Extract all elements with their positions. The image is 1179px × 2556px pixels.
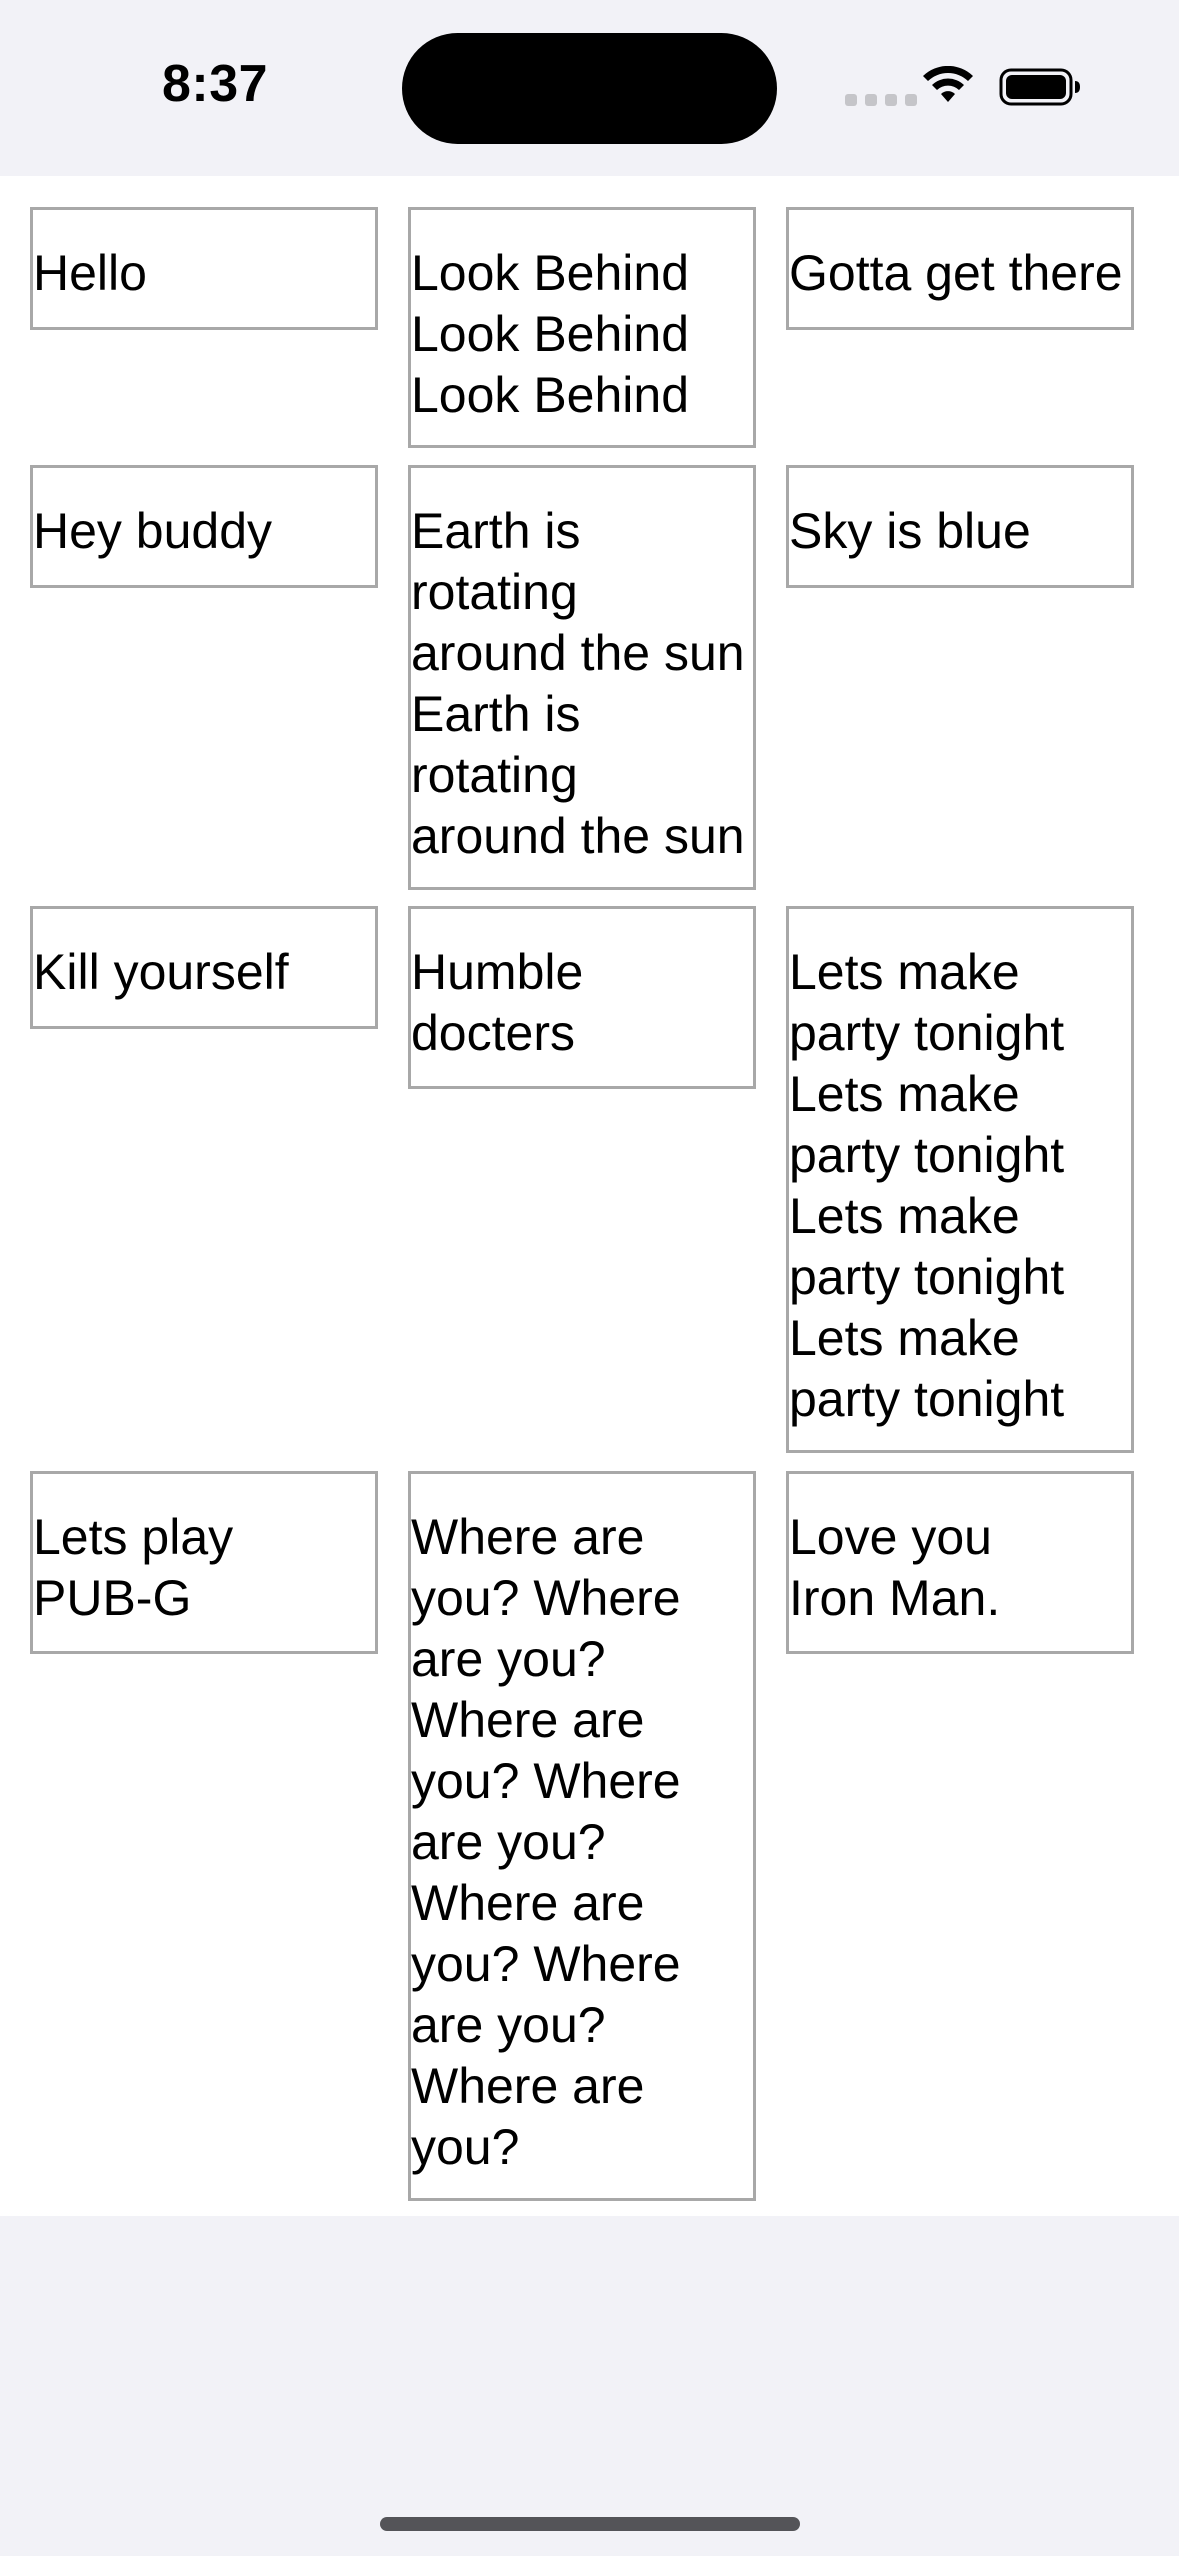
cell-text: Kill yourself	[33, 944, 289, 1000]
grid-cell: Love you Iron Man.	[786, 1471, 1134, 1654]
dynamic-island	[402, 33, 777, 144]
grid-cell: Lets make party tonight Lets make party …	[786, 906, 1134, 1453]
content-grid: Hello Look Behind Look Behind Look Behin…	[0, 176, 1179, 2216]
grid-cell: Look Behind Look Behind Look Behind	[408, 207, 756, 448]
grid-cell: Hello	[30, 207, 378, 330]
grid-cell: Earth is rotating around the sun Earth i…	[408, 465, 756, 890]
status-bar: 8:37	[0, 0, 1179, 176]
cell-text: Gotta get there	[789, 245, 1123, 301]
cell-text: Earth is rotating around the sun Earth i…	[411, 503, 745, 864]
cell-text: Lets play PUB-G	[33, 1509, 234, 1626]
wifi-icon	[923, 66, 973, 102]
grid-cell: Sky is blue	[786, 465, 1134, 588]
cell-text: Love you Iron Man.	[789, 1509, 1001, 1626]
cell-text: Humble docters	[411, 944, 584, 1061]
status-time: 8:37	[161, 55, 269, 113]
grid-cell: Hey buddy	[30, 465, 378, 588]
grid-cell: Kill yourself	[30, 906, 378, 1029]
grid-cell: Humble docters	[408, 906, 756, 1089]
cell-text: Look Behind Look Behind Look Behind	[411, 245, 690, 423]
grid-cell: Where are you? Where are you? Where are …	[408, 1471, 756, 2201]
cell-text: Where are you? Where are you? Where are …	[411, 1509, 681, 2175]
grid-cell: Gotta get there	[786, 207, 1134, 330]
cellular-signal-icon	[845, 94, 917, 106]
grid-cell: Lets play PUB-G	[30, 1471, 378, 1654]
cell-text: Sky is blue	[789, 503, 1031, 559]
battery-icon	[999, 68, 1080, 106]
cell-text: Lets make party tonight Lets make party …	[789, 944, 1065, 1427]
cell-text: Hey buddy	[33, 503, 273, 559]
home-indicator[interactable]	[380, 2517, 800, 2531]
cell-text: Hello	[33, 245, 147, 301]
